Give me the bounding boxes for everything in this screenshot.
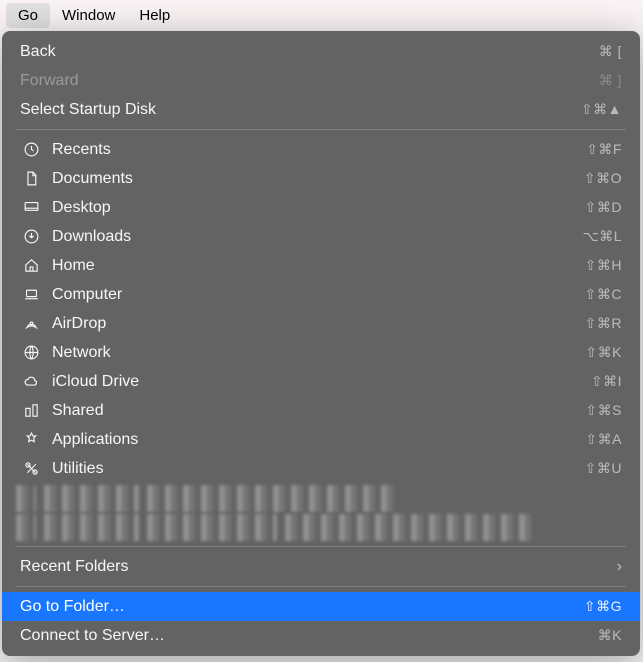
globe-icon xyxy=(20,344,42,361)
laptop-icon xyxy=(20,286,42,303)
menu-label: Utilities xyxy=(52,460,585,478)
shortcut: ⌘K xyxy=(598,627,622,644)
menu-label: Forward xyxy=(20,72,599,90)
menu-item-select-startup[interactable]: Select Startup Disk ⇧⌘▲ xyxy=(2,95,640,124)
shortcut: ⌘ ] xyxy=(599,72,622,89)
shortcut: ⇧⌘A xyxy=(585,431,622,448)
menu-label: Downloads xyxy=(52,228,583,246)
menu-label: Desktop xyxy=(52,199,585,217)
menu-label: Recent Folders xyxy=(20,558,617,576)
shortcut: ⇧⌘F xyxy=(586,141,622,158)
menu-label: Computer xyxy=(52,286,585,304)
go-menu: Back ⌘ [ Forward ⌘ ] Select Startup Disk… xyxy=(2,31,640,656)
utilities-icon xyxy=(20,460,42,477)
shortcut: ⌘ [ xyxy=(599,43,622,60)
shortcut: ⇧⌘O xyxy=(584,170,622,187)
shortcut: ⇧⌘K xyxy=(585,344,622,361)
menu-label: iCloud Drive xyxy=(52,373,591,391)
menu-label: Recents xyxy=(52,141,586,159)
menu-item-forward: Forward ⌘ ] xyxy=(2,66,640,95)
menu-separator xyxy=(16,586,626,587)
menu-item-applications[interactable]: Applications ⇧⌘A xyxy=(2,425,640,454)
menu-label: Go to Folder… xyxy=(20,598,584,616)
doc-icon xyxy=(20,170,42,187)
menu-label: Home xyxy=(52,257,585,275)
menu-separator xyxy=(16,129,626,130)
cloud-icon xyxy=(20,373,42,390)
download-icon xyxy=(20,228,42,245)
menu-item-computer[interactable]: Computer ⇧⌘C xyxy=(2,280,640,309)
shortcut: ⇧⌘R xyxy=(585,315,622,332)
chevron-right-icon: › xyxy=(617,558,622,576)
shared-icon xyxy=(20,402,42,419)
menubar: Go Window Help xyxy=(0,0,643,31)
menu-separator xyxy=(16,546,626,547)
menu-item-downloads[interactable]: Downloads ⌥⌘L xyxy=(2,222,640,251)
menu-item-network[interactable]: Network ⇧⌘K xyxy=(2,338,640,367)
shortcut: ⇧⌘H xyxy=(585,257,622,274)
shortcut: ⇧⌘G xyxy=(584,598,622,615)
menu-label: Shared xyxy=(52,402,585,420)
menu-label: Select Startup Disk xyxy=(20,101,581,119)
clock-icon xyxy=(20,141,42,158)
redacted-recent-item xyxy=(16,514,626,541)
menu-label: AirDrop xyxy=(52,315,585,333)
menubar-item-window[interactable]: Window xyxy=(50,3,127,28)
menu-label: Back xyxy=(20,43,599,61)
menubar-item-go[interactable]: Go xyxy=(6,3,50,28)
airdrop-icon xyxy=(20,315,42,332)
shortcut: ⇧⌘U xyxy=(585,460,622,477)
menu-item-shared[interactable]: Shared ⇧⌘S xyxy=(2,396,640,425)
shortcut: ⇧⌘I xyxy=(591,373,622,390)
menu-item-recent-folders[interactable]: Recent Folders › xyxy=(2,552,640,581)
menu-item-icloud[interactable]: iCloud Drive ⇧⌘I xyxy=(2,367,640,396)
shortcut: ⌥⌘L xyxy=(583,228,622,245)
menu-item-home[interactable]: Home ⇧⌘H xyxy=(2,251,640,280)
redacted-recent-item xyxy=(16,485,626,512)
menu-label: Network xyxy=(52,344,585,362)
desktop-icon xyxy=(20,199,42,216)
menu-item-utilities[interactable]: Utilities ⇧⌘U xyxy=(2,454,640,483)
menu-item-back[interactable]: Back ⌘ [ xyxy=(2,37,640,66)
home-icon xyxy=(20,257,42,274)
menu-item-go-to-folder[interactable]: Go to Folder… ⇧⌘G xyxy=(2,592,640,621)
menubar-item-help[interactable]: Help xyxy=(127,3,182,28)
menu-label: Connect to Server… xyxy=(20,627,598,645)
shortcut: ⇧⌘▲ xyxy=(581,101,622,118)
menu-item-desktop[interactable]: Desktop ⇧⌘D xyxy=(2,193,640,222)
shortcut: ⇧⌘S xyxy=(585,402,622,419)
shortcut: ⇧⌘D xyxy=(585,199,622,216)
menu-item-recents[interactable]: Recents ⇧⌘F xyxy=(2,135,640,164)
menu-label: Applications xyxy=(52,431,585,449)
menu-label: Documents xyxy=(52,170,584,188)
shortcut: ⇧⌘C xyxy=(585,286,622,303)
menu-item-connect-server[interactable]: Connect to Server… ⌘K xyxy=(2,621,640,650)
menu-item-airdrop[interactable]: AirDrop ⇧⌘R xyxy=(2,309,640,338)
menu-item-documents[interactable]: Documents ⇧⌘O xyxy=(2,164,640,193)
apps-icon xyxy=(20,431,42,448)
